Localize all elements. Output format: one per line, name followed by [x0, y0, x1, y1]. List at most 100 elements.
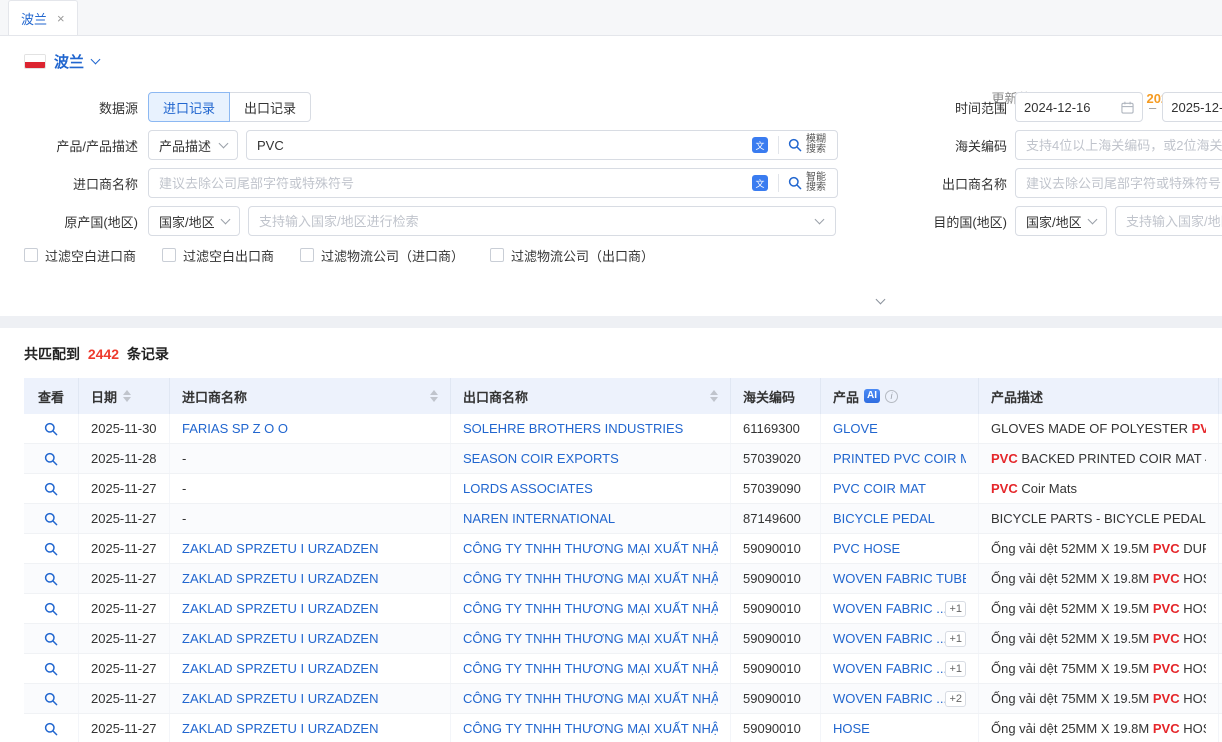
- product-type-select[interactable]: 产品描述: [148, 130, 238, 160]
- destination-row: 目的国(地区) 国家/地区: [903, 206, 1222, 236]
- col-exporter[interactable]: 出口商名称: [451, 378, 731, 414]
- product-link[interactable]: PVC HOSE: [833, 541, 900, 556]
- origin-input[interactable]: [249, 214, 816, 229]
- importer-link[interactable]: ZAKLAD SPRZETU I URZADZEN: [182, 631, 378, 646]
- smart-search-button[interactable]: 智能 搜索: [783, 173, 831, 193]
- exporter-link[interactable]: SEASON COIR EXPORTS: [463, 451, 619, 466]
- origin-country-select[interactable]: 国家/地区: [148, 206, 240, 236]
- product-link[interactable]: PRINTED PVC COIR M...: [833, 451, 966, 466]
- exporter-link[interactable]: LORDS ASSOCIATES: [463, 481, 593, 496]
- exporter-name-input[interactable]: [1015, 168, 1222, 198]
- view-cell[interactable]: [24, 684, 79, 713]
- product-link[interactable]: WOVEN FABRIC ...: [833, 631, 945, 646]
- importer-link[interactable]: ZAKLAD SPRZETU I URZADZEN: [182, 721, 378, 736]
- hs-code-cell: 87149600: [731, 504, 821, 533]
- product-link[interactable]: HOSE: [833, 721, 870, 736]
- exporter-link[interactable]: CÔNG TY TNHH THƯƠNG MẠI XUẤT NHẬP...: [463, 601, 718, 616]
- filter-checkbox[interactable]: 过滤空白进口商: [24, 246, 136, 265]
- exporter-link[interactable]: CÔNG TY TNHH THƯƠNG MẠI XUẤT NHẬP...: [463, 721, 718, 736]
- exporter-link[interactable]: CÔNG TY TNHH THƯƠNG MẠI XUẤT NHẬP...: [463, 571, 718, 586]
- collapse-panel-button[interactable]: [856, 300, 904, 316]
- product-cell: WOVEN FABRIC ...+1: [821, 594, 979, 623]
- importer-link[interactable]: FARIAS SP Z O O: [182, 421, 288, 436]
- fuzzy-search-button[interactable]: 模糊 搜索: [783, 135, 831, 155]
- view-cell[interactable]: [24, 654, 79, 683]
- tab-export-records[interactable]: 出口记录: [229, 92, 311, 122]
- view-cell[interactable]: [24, 624, 79, 653]
- product-link[interactable]: WOVEN FABRIC ...: [833, 601, 945, 616]
- exporter-link[interactable]: SOLEHRE BROTHERS INDUSTRIES: [463, 421, 683, 436]
- product-link[interactable]: WOVEN FABRIC ...: [833, 661, 945, 676]
- importer-link[interactable]: ZAKLAD SPRZETU I URZADZEN: [182, 661, 378, 676]
- view-cell[interactable]: [24, 504, 79, 533]
- view-cell[interactable]: [24, 714, 79, 742]
- sort-icon[interactable]: [710, 390, 718, 402]
- exporter-cell: SEASON COIR EXPORTS: [451, 444, 731, 473]
- product-more-badge[interactable]: +1: [945, 631, 966, 647]
- exporter-link[interactable]: CÔNG TY TNHH THƯƠNG MẠI XUẤT NHẬP...: [463, 631, 718, 646]
- view-cell[interactable]: [24, 594, 79, 623]
- product-more-badge[interactable]: +1: [945, 601, 966, 617]
- destination-country-select[interactable]: 国家/地区: [1015, 206, 1107, 236]
- tab-close-icon[interactable]: ×: [57, 11, 65, 26]
- col-importer[interactable]: 进口商名称: [170, 378, 451, 414]
- view-cell[interactable]: [24, 564, 79, 593]
- view-cell[interactable]: [24, 444, 79, 473]
- product-link[interactable]: PVC COIR MAT: [833, 481, 926, 496]
- date-from-input[interactable]: 2024-12-16: [1015, 92, 1143, 122]
- table-row: 2025-11-27ZAKLAD SPRZETU I URZADZENCÔNG …: [24, 714, 1222, 742]
- importer-cell: -: [170, 474, 451, 503]
- product-link[interactable]: GLOVE: [833, 421, 878, 436]
- description-cell: PVC BACKED PRINTED COIR MAT 40...: [979, 444, 1219, 473]
- exporter-link[interactable]: NAREN INTERNATIONAL: [463, 511, 615, 526]
- importer-link[interactable]: ZAKLAD SPRZETU I URZADZEN: [182, 541, 378, 556]
- product-more-badge[interactable]: +2: [945, 691, 966, 707]
- date-to-input[interactable]: 2025-12-15: [1162, 92, 1222, 122]
- hs-code-input[interactable]: [1015, 130, 1222, 160]
- exporter-link[interactable]: CÔNG TY TNHH THƯƠNG MẠI XUẤT NHẬP...: [463, 541, 718, 556]
- date-cell: 2025-11-27: [79, 594, 170, 623]
- product-link[interactable]: WOVEN FABRIC ...: [833, 691, 945, 706]
- importer-link[interactable]: ZAKLAD SPRZETU I URZADZEN: [182, 691, 378, 706]
- exporter-cell: SOLEHRE BROTHERS INDUSTRIES: [451, 414, 731, 443]
- magnifier-icon: [44, 452, 58, 466]
- product-link[interactable]: WOVEN FABRIC TUBE: [833, 571, 966, 586]
- product-more-badge[interactable]: +1: [945, 661, 966, 677]
- importer-cell: ZAKLAD SPRZETU I URZADZEN: [170, 654, 451, 683]
- importer-link[interactable]: ZAKLAD SPRZETU I URZADZEN: [182, 601, 378, 616]
- translate-icon[interactable]: 文: [752, 175, 768, 191]
- info-icon[interactable]: i: [885, 390, 898, 403]
- importer-name-input[interactable]: [149, 176, 746, 191]
- exporter-cell: CÔNG TY TNHH THƯƠNG MẠI XUẤT NHẬP...: [451, 654, 731, 683]
- product-label: 产品/产品描述: [24, 136, 138, 155]
- translate-icon[interactable]: 文: [752, 137, 768, 153]
- view-cell[interactable]: [24, 474, 79, 503]
- checkbox-icon[interactable]: [162, 248, 176, 262]
- results-count: 2442: [88, 346, 119, 362]
- view-cell[interactable]: [24, 534, 79, 563]
- filter-checkbox[interactable]: 过滤物流公司（进口商）: [300, 246, 464, 265]
- tab-title: 波兰: [21, 9, 47, 28]
- importer-link[interactable]: ZAKLAD SPRZETU I URZADZEN: [182, 571, 378, 586]
- magnifier-icon: [44, 512, 58, 526]
- view-cell[interactable]: [24, 414, 79, 443]
- sort-icon[interactable]: [123, 390, 131, 402]
- checkbox-icon[interactable]: [24, 248, 38, 262]
- destination-input[interactable]: [1115, 206, 1222, 236]
- product-link[interactable]: BICYCLE PEDAL: [833, 511, 935, 526]
- col-date[interactable]: 日期: [79, 378, 170, 414]
- filter-checkbox[interactable]: 过滤空白出口商: [162, 246, 274, 265]
- sort-icon[interactable]: [430, 390, 438, 402]
- summary-suffix: 条记录: [127, 346, 169, 362]
- exporter-link[interactable]: CÔNG TY TNHH THƯƠNG MẠI XUẤT NHẬP...: [463, 691, 718, 706]
- tab-poland[interactable]: 波兰 ×: [8, 0, 78, 35]
- checkbox-icon[interactable]: [300, 248, 314, 262]
- checkbox-icon[interactable]: [490, 248, 504, 262]
- product-input[interactable]: [247, 138, 746, 153]
- tab-import-records[interactable]: 进口记录: [148, 92, 230, 122]
- exporter-link[interactable]: CÔNG TY TNHH THƯƠNG MẠI XUẤT NHẬP...: [463, 661, 718, 676]
- description-cell: Ống vải dệt 52MM X 19.8M PVC HOS...: [979, 564, 1219, 593]
- col-hs-code: 海关编码: [731, 378, 821, 414]
- filter-checkbox[interactable]: 过滤物流公司（出口商）: [490, 246, 654, 265]
- country-selector[interactable]: 波兰: [24, 46, 144, 76]
